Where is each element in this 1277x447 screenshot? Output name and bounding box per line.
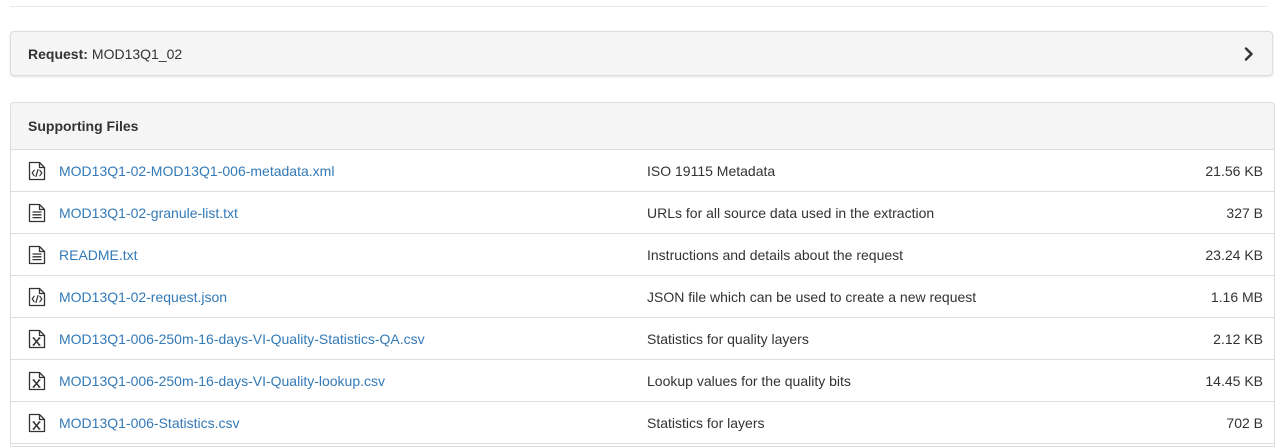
file-description: Instructions and details about the reque… (647, 246, 904, 263)
file-download-link[interactable]: MOD13Q1-006-Statistics.csv (59, 415, 240, 431)
file-size: 21.56 KB (1205, 162, 1263, 179)
divider (10, 6, 1267, 7)
panel-title: Supporting Files (28, 118, 139, 134)
file-download-link[interactable]: MOD13Q1-02-request.json (59, 289, 227, 305)
text-file-icon (28, 203, 46, 223)
panel-heading: Supporting Files (11, 103, 1274, 150)
file-list: MOD13Q1-02-MOD13Q1-006-metadata.xml ISO 1… (11, 150, 1274, 444)
file-size: 1.16 MB (1210, 288, 1263, 305)
file-description: Statistics for quality layers (647, 330, 809, 347)
supporting-files-panel: Supporting Files MOD13Q1-02-MOD13Q1-006-… (10, 102, 1275, 447)
file-size: 23.24 KB (1205, 246, 1263, 263)
file-download-link[interactable]: README.txt (59, 247, 138, 263)
chevron-right-icon[interactable] (1242, 46, 1256, 62)
spreadsheet-file-icon-graphic (28, 329, 46, 349)
spreadsheet-file-icon (28, 413, 46, 433)
file-row: MOD13Q1-02-MOD13Q1-006-metadata.xml ISO 1… (11, 150, 1274, 192)
file-size: 14.45 KB (1205, 372, 1263, 389)
file-size: 702 B (1226, 414, 1263, 431)
file-row: MOD13Q1-006-Statistics.csv Statistics for… (11, 402, 1274, 444)
code-file-icon (28, 161, 46, 181)
code-file-icon (28, 287, 46, 307)
file-download-link[interactable]: MOD13Q1-006-250m-16-days-VI-Quality-look… (59, 373, 385, 389)
spreadsheet-file-icon (28, 329, 46, 349)
text-file-icon-graphic (28, 245, 46, 265)
spreadsheet-file-icon-graphic (28, 371, 46, 391)
file-row: MOD13Q1-006-250m-16-days-VI-Quality-Stat… (11, 318, 1274, 360)
request-panel-toggle[interactable]: Request: MOD13Q1_02 (10, 31, 1273, 76)
file-description: ISO 19115 Metadata (647, 162, 776, 179)
file-description: URLs for all source data used in the ext… (647, 204, 935, 221)
file-size: 2.12 KB (1213, 330, 1263, 347)
request-name: MOD13Q1_02 (91, 45, 183, 62)
code-file-icon-graphic (28, 287, 46, 307)
file-row: MOD13Q1-006-250m-16-days-VI-Quality-look… (11, 360, 1274, 402)
request-label: Request: (28, 45, 88, 62)
file-download-link[interactable]: MOD13Q1-006-250m-16-days-VI-Quality-Stat… (59, 331, 425, 347)
spreadsheet-file-icon-graphic (28, 413, 46, 433)
text-file-icon (28, 245, 46, 265)
file-description: Lookup values for the quality bits (647, 372, 851, 389)
file-download-link[interactable]: MOD13Q1-02-granule-list.txt (59, 205, 238, 221)
file-description: Statistics for layers (647, 414, 765, 431)
file-download-link[interactable]: MOD13Q1-02-MOD13Q1-006-metadata.xml (59, 163, 334, 179)
file-row: README.txt Instructions and details about… (11, 234, 1274, 276)
file-size: 327 B (1226, 204, 1263, 221)
spreadsheet-file-icon (28, 371, 46, 391)
code-file-icon-graphic (28, 161, 46, 181)
file-row: MOD13Q1-02-request.json JSON file which c… (11, 276, 1274, 318)
file-row: MOD13Q1-02-granule-list.txt URLs for all … (11, 192, 1274, 234)
file-description: JSON file which can be used to create a … (647, 288, 977, 305)
text-file-icon-graphic (28, 203, 46, 223)
